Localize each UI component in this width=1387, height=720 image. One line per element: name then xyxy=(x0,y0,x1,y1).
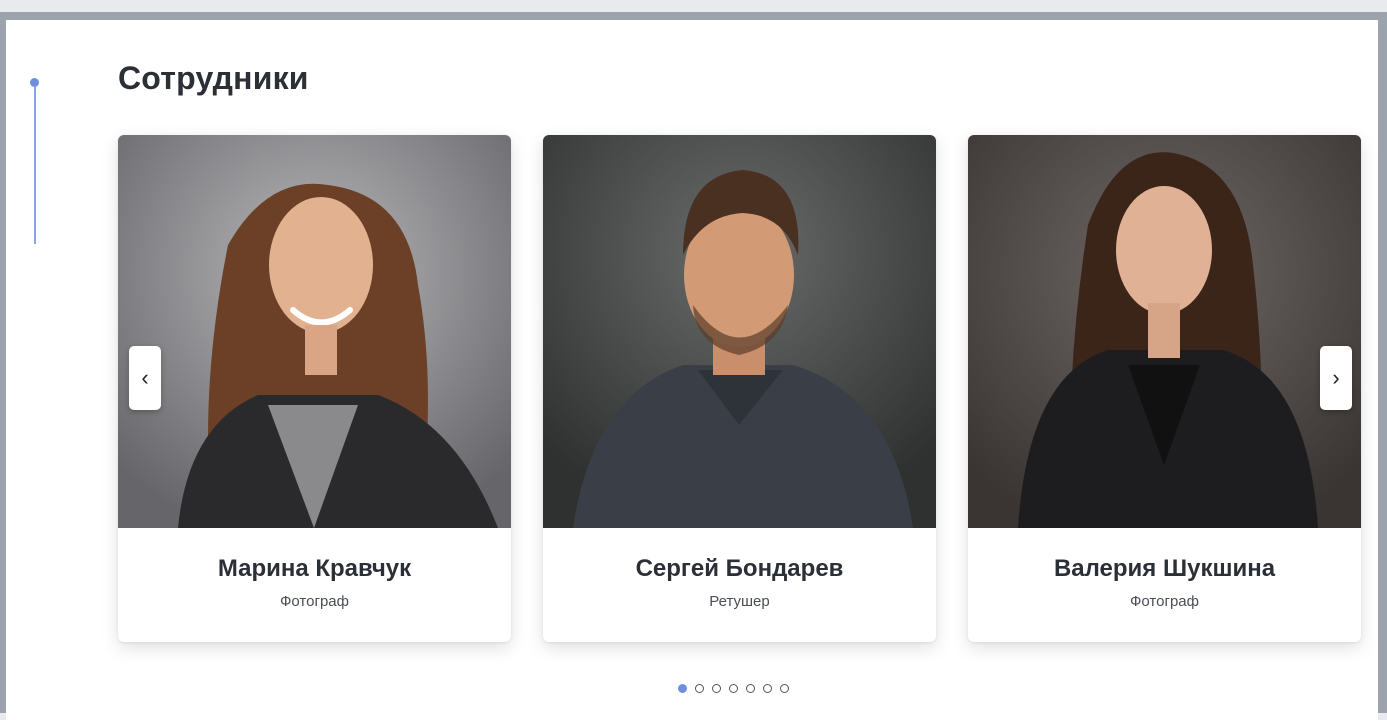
pagination-dot[interactable] xyxy=(729,684,738,693)
pagination-dot[interactable] xyxy=(678,684,687,693)
employees-section: Сотрудники Марина Кравчук Фотограф Серге… xyxy=(6,20,1378,720)
chevron-right-icon: › xyxy=(1332,365,1340,390)
carousel-pagination xyxy=(678,684,789,696)
employee-name: Марина Кравчук xyxy=(217,555,412,582)
carousel-next-button[interactable]: › xyxy=(1320,346,1352,410)
employee-card[interactable]: Валерия Шукшина Фотограф xyxy=(968,135,1361,642)
carousel-prev-button[interactable]: ‹ xyxy=(129,346,161,410)
employee-photo xyxy=(543,135,936,528)
pagination-dot[interactable] xyxy=(746,684,755,693)
employee-photo xyxy=(118,135,511,528)
timeline-line xyxy=(34,86,36,244)
pagination-dot[interactable] xyxy=(780,684,789,693)
employee-card[interactable]: Сергей Бондарев Ретушер xyxy=(543,135,936,642)
employee-name: Сергей Бондарев xyxy=(635,555,844,582)
employee-role: Фотограф xyxy=(280,593,349,610)
pagination-dot[interactable] xyxy=(712,684,721,693)
pagination-dot[interactable] xyxy=(695,684,704,693)
employee-name: Валерия Шукшина xyxy=(1053,555,1276,582)
employee-card[interactable]: Марина Кравчук Фотограф xyxy=(118,135,511,642)
pagination-dot[interactable] xyxy=(763,684,772,693)
employee-photo xyxy=(968,135,1361,528)
chevron-left-icon: ‹ xyxy=(141,365,149,390)
section-title: Сотрудники xyxy=(118,60,309,96)
page-frame: Сотрудники Марина Кравчук Фотограф Серге… xyxy=(0,12,1387,720)
employee-role: Фотограф xyxy=(1130,593,1199,610)
employee-role: Ретушер xyxy=(709,593,770,610)
